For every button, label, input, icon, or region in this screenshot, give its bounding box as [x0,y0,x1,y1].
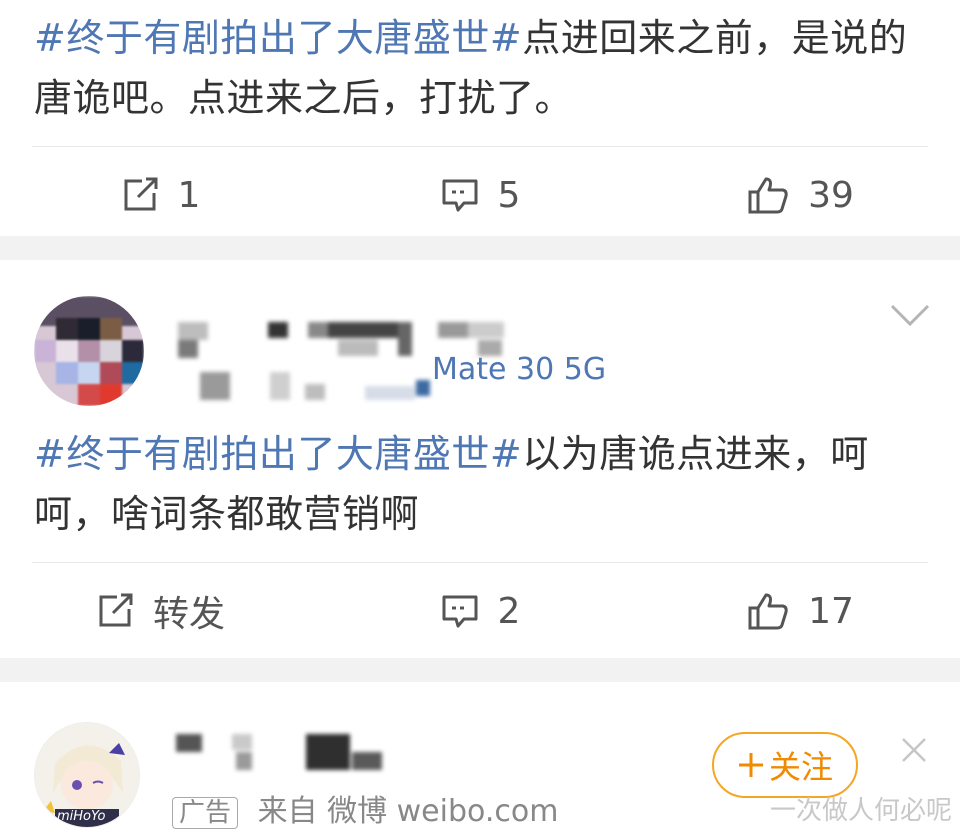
post-text-line2: 唐诡吧。点进来之后，打扰了。 [34,76,574,120]
comment-count: 2 [497,590,521,632]
repost-button[interactable]: 1 [0,175,320,216]
action-bar: 转发 2 17 [0,563,960,659]
comment-icon [442,179,478,212]
comment-count: 5 [497,174,521,216]
repost-label: 转发 [152,594,225,635]
post-text-line2: 呵，啥词条都敢营销啊 [34,492,420,536]
post-source: Mate 30 5G [432,352,607,387]
avatar[interactable]: miHoYo [34,722,140,828]
ad-source-text: 来自 微博 weibo.com [257,794,559,829]
post-header: Mate 30 5G [0,260,960,406]
like-icon [748,177,788,214]
like-button[interactable]: 17 [640,591,960,632]
post-text: #终于有剧拍出了大唐盛世#点进回来之前，是说的 唐诡吧。点进来之后，打扰了。 [0,0,960,128]
post-text-line1: 以为唐诡点进来，呵 [522,432,869,476]
action-bar: 1 5 39 [0,147,960,243]
like-count: 17 [808,590,854,632]
plus-icon [738,753,763,777]
like-count: 39 [808,174,854,216]
post-card-2: Mate 30 5G #终于有剧拍出了大唐盛世#以为唐诡点进来，呵 呵，啥词条都… [0,260,960,658]
comment-icon [442,595,478,628]
post-card-1: #终于有剧拍出了大唐盛世#点进回来之前，是说的 唐诡吧。点进来之后，打扰了。 1… [0,0,960,236]
comment-button[interactable]: 2 [320,591,640,632]
ad-badge: 广告 [172,797,239,829]
repost-count: 1 [177,174,201,216]
post-text-line1: 点进回来之前，是说的 [522,16,908,60]
ad-source-line: 广告 来自 微博 weibo.com [172,786,558,830]
hashtag-link[interactable]: #终于有剧拍出了大唐盛世# [34,432,522,476]
username-obscured[interactable] [176,732,386,772]
post-text: #终于有剧拍出了大唐盛世#以为唐诡点进来，呵 呵，啥词条都敢营销啊 [0,424,960,544]
follow-button[interactable]: 关注 [712,732,858,798]
close-icon[interactable] [900,736,928,764]
like-icon [748,593,788,630]
separator [0,658,960,682]
hashtag-link[interactable]: #终于有剧拍出了大唐盛世# [34,16,522,60]
chevron-down-icon[interactable] [888,300,932,330]
like-button[interactable]: 39 [640,175,960,216]
avatar[interactable] [34,296,144,406]
avatar-logo-text: miHoYo [57,809,106,824]
comment-button[interactable]: 5 [320,175,640,216]
post-meta-obscured [180,372,430,402]
repost-icon [124,177,158,211]
repost-icon [99,593,133,627]
follow-label: 关注 [768,748,833,786]
repost-button[interactable]: 转发 [0,585,320,637]
watermark: 一次做人何必呢 [769,796,952,826]
